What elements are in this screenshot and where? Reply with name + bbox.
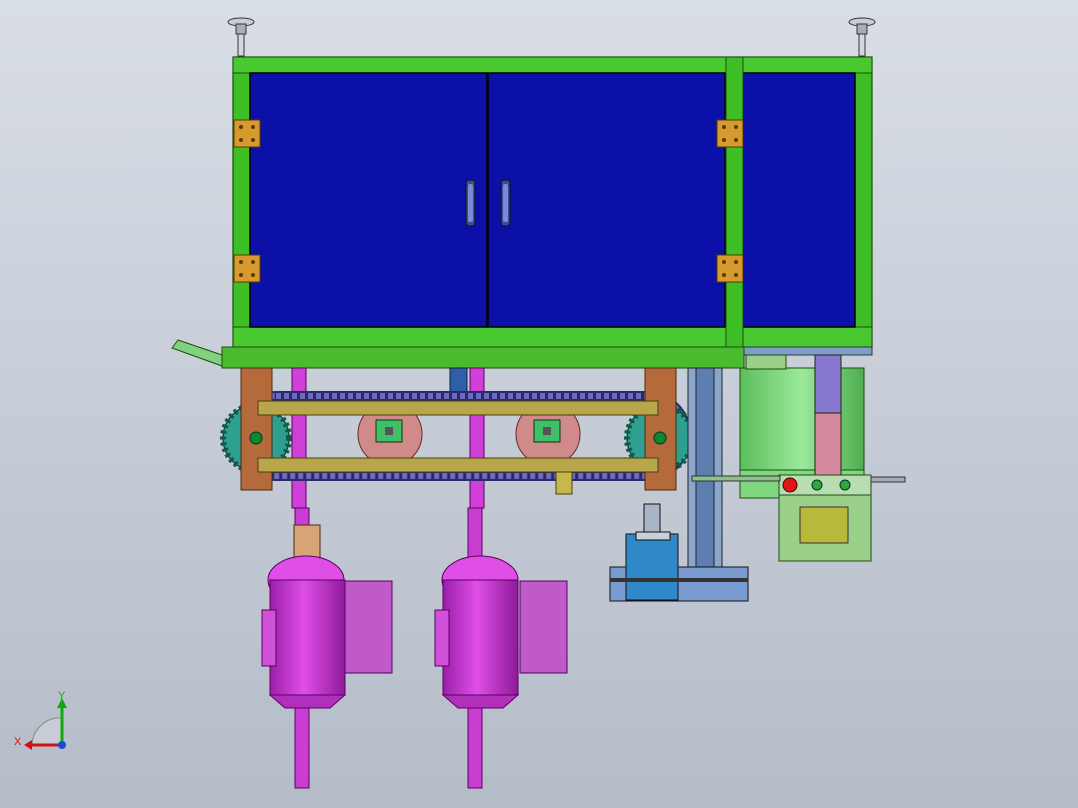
mode-button[interactable] [839, 479, 851, 491]
cabinet-door-right[interactable] [487, 72, 726, 328]
shaft-right [469, 367, 485, 509]
side-bracket [743, 346, 873, 356]
shaft-left [291, 367, 307, 509]
start-button[interactable] [811, 479, 823, 491]
triad-y-label: Y [58, 690, 66, 702]
cad-viewport[interactable]: Y X [0, 0, 1078, 808]
piston-rod[interactable] [814, 354, 842, 476]
base-plate[interactable] [221, 346, 745, 369]
frame-divider-post [725, 56, 744, 348]
cabinet-door-left[interactable] [249, 72, 488, 328]
hinge-icon [716, 254, 744, 283]
bottom-rail[interactable] [257, 457, 659, 473]
hinge-icon [233, 119, 261, 148]
door-handle-right[interactable] [500, 179, 511, 227]
conveyor-strip [691, 475, 781, 482]
emergency-stop-button[interactable] [782, 477, 798, 493]
top-rail[interactable] [257, 400, 659, 416]
hinge-icon [233, 254, 261, 283]
vertical-column[interactable] [687, 367, 723, 569]
hinge-icon [716, 119, 744, 148]
door-handle-left[interactable] [465, 179, 476, 227]
rail-clamp [555, 471, 573, 495]
cabinet-side-panel[interactable] [742, 72, 856, 328]
triad-x-label: X [14, 736, 22, 748]
